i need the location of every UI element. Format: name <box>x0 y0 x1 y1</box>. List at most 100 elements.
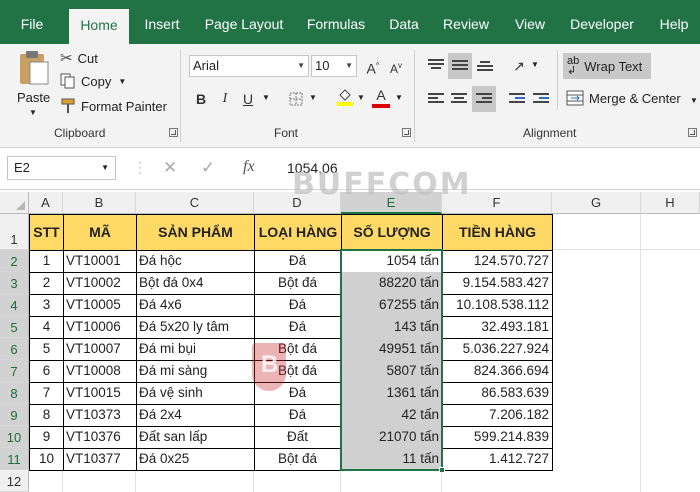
cell-amount[interactable]: 32.493.181 <box>442 316 553 339</box>
cell-category[interactable]: Đá <box>254 294 342 317</box>
tab-data[interactable]: Data <box>386 0 422 44</box>
row-header-12[interactable]: 12 <box>0 470 29 492</box>
cut-button[interactable]: ✂ Cut <box>60 49 98 67</box>
tab-review[interactable]: Review <box>442 0 490 44</box>
row-header-7[interactable]: 7 <box>0 360 29 382</box>
cell-code[interactable]: VT10015 <box>63 382 137 405</box>
cell-quantity[interactable]: 49951 tấn <box>341 338 443 361</box>
column-header-g[interactable]: G <box>552 192 641 214</box>
cell-category[interactable]: Đá <box>254 250 342 273</box>
cell-product[interactable]: Đá 4x6 <box>136 294 255 317</box>
grow-font-button[interactable]: A^ <box>362 55 384 77</box>
bottom-align-button[interactable] <box>474 55 496 77</box>
insert-function-button[interactable]: fx <box>243 158 255 176</box>
name-box[interactable]: E2 ▼ <box>7 156 116 180</box>
table-header-stt[interactable]: STT <box>29 214 64 251</box>
font-color-button[interactable]: A <box>370 86 392 108</box>
cell-product[interactable]: Đá mi bụi <box>136 338 255 361</box>
cell-product[interactable]: Đá 0x25 <box>136 448 255 471</box>
row-header-4[interactable]: 4 <box>0 294 29 316</box>
tab-developer[interactable]: Developer <box>569 0 635 44</box>
copy-button[interactable]: Copy ▼ <box>60 73 126 89</box>
cell-quantity[interactable]: 21070 tấn <box>341 426 443 449</box>
column-header-b[interactable]: B <box>63 192 136 214</box>
cell-product[interactable]: Đá mi sàng <box>136 360 255 383</box>
middle-align-button[interactable] <box>448 53 472 79</box>
row-header-10[interactable]: 10 <box>0 426 29 448</box>
align-right-button[interactable] <box>472 86 496 112</box>
wrap-text-button[interactable]: ab ↲ Wrap Text <box>563 53 651 79</box>
cell-amount[interactable]: 1.412.727 <box>442 448 553 471</box>
underline-button[interactable]: U <box>237 88 259 110</box>
tab-home[interactable]: Home <box>69 9 129 44</box>
cell-stt[interactable]: 8 <box>29 404 64 427</box>
cell-category[interactable]: Đất <box>254 426 342 449</box>
cell-code[interactable]: VT10377 <box>63 448 137 471</box>
table-header-product[interactable]: SẢN PHẨM <box>136 214 255 251</box>
cell-quantity[interactable]: 88220 tấn <box>341 272 443 295</box>
worksheet-grid[interactable]: A B C D E F G H 1 2 3 4 5 6 7 8 9 10 11 … <box>0 190 700 492</box>
cell-category[interactable]: Bột đá <box>254 272 342 295</box>
row-header-2[interactable]: 2 <box>0 250 29 272</box>
cell-quantity[interactable]: 1054 tấn <box>341 250 443 273</box>
row-header-5[interactable]: 5 <box>0 316 29 338</box>
cell-stt[interactable]: 10 <box>29 448 64 471</box>
chevron-down-icon[interactable]: ▼ <box>357 93 365 102</box>
table-header-category[interactable]: LOẠI HÀNG <box>254 214 342 251</box>
increase-indent-button[interactable] <box>530 88 552 110</box>
cell-product[interactable]: Đá 5x20 ly tâm <box>136 316 255 339</box>
cell-product[interactable]: Đá hộc <box>136 250 255 273</box>
chevron-down-icon[interactable]: ▼ <box>531 60 539 69</box>
decrease-indent-button[interactable] <box>506 88 528 110</box>
chevron-down-icon[interactable]: ▼ <box>309 93 317 102</box>
top-align-button[interactable] <box>425 55 447 77</box>
cell-code[interactable]: VT10008 <box>63 360 137 383</box>
chevron-down-icon[interactable]: ▼ <box>395 93 403 102</box>
cell-product[interactable]: Đất san lấp <box>136 426 255 449</box>
cell-category[interactable]: Bột đá <box>254 448 342 471</box>
tab-help[interactable]: Help <box>656 0 692 44</box>
cell-quantity[interactable]: 5807 tấn <box>341 360 443 383</box>
font-launcher-icon[interactable] <box>402 128 411 137</box>
font-name-dropdown[interactable]: Arial ▼ <box>189 55 309 77</box>
table-header-code[interactable]: MÃ <box>63 214 137 251</box>
column-header-h[interactable]: H <box>641 192 700 214</box>
clipboard-launcher-icon[interactable] <box>169 128 178 137</box>
merge-center-button[interactable]: Merge & Center <box>566 90 681 106</box>
tab-view[interactable]: View <box>512 0 548 44</box>
cell-amount[interactable]: 9.154.583.427 <box>442 272 553 295</box>
align-left-button[interactable] <box>425 88 447 110</box>
shrink-font-button[interactable]: Av <box>385 55 407 77</box>
cell-product[interactable]: Đá 2x4 <box>136 404 255 427</box>
cell-quantity[interactable]: 42 tấn <box>341 404 443 427</box>
cell-stt[interactable]: 9 <box>29 426 64 449</box>
font-size-dropdown[interactable]: 10 ▼ <box>311 55 357 77</box>
tab-file[interactable]: File <box>10 0 54 44</box>
borders-button[interactable] <box>285 88 307 110</box>
cell-quantity[interactable]: 11 tấn <box>341 448 443 471</box>
cell-stt[interactable]: 2 <box>29 272 64 295</box>
cell-amount[interactable]: 124.570.727 <box>442 250 553 273</box>
cell-code[interactable]: VT10002 <box>63 272 137 295</box>
cell-quantity[interactable]: 1361 tấn <box>341 382 443 405</box>
row-header-9[interactable]: 9 <box>0 404 29 426</box>
cell-amount[interactable]: 86.583.639 <box>442 382 553 405</box>
bold-button[interactable]: B <box>190 88 212 110</box>
cell-product[interactable]: Bột đá 0x4 <box>136 272 255 295</box>
cell-amount[interactable]: 7.206.182 <box>442 404 553 427</box>
cell-code[interactable]: VT10006 <box>63 316 137 339</box>
enter-icon[interactable]: ✓ <box>201 158 215 178</box>
tab-insert[interactable]: Insert <box>141 0 183 44</box>
cell-stt[interactable]: 6 <box>29 360 64 383</box>
orientation-button[interactable]: ↗ <box>508 55 530 77</box>
cell-amount[interactable]: 599.214.839 <box>442 426 553 449</box>
cell-product[interactable]: Đá vệ sinh <box>136 382 255 405</box>
cell-stt[interactable]: 5 <box>29 338 64 361</box>
cell-amount[interactable]: 5.036.227.924 <box>442 338 553 361</box>
cell-stt[interactable]: 3 <box>29 294 64 317</box>
tab-formulas[interactable]: Formulas <box>303 0 369 44</box>
row-header-1[interactable]: 1 <box>0 214 29 250</box>
cell-category[interactable]: Đá <box>254 316 342 339</box>
cell-code[interactable]: VT10007 <box>63 338 137 361</box>
align-center-button[interactable] <box>448 88 470 110</box>
